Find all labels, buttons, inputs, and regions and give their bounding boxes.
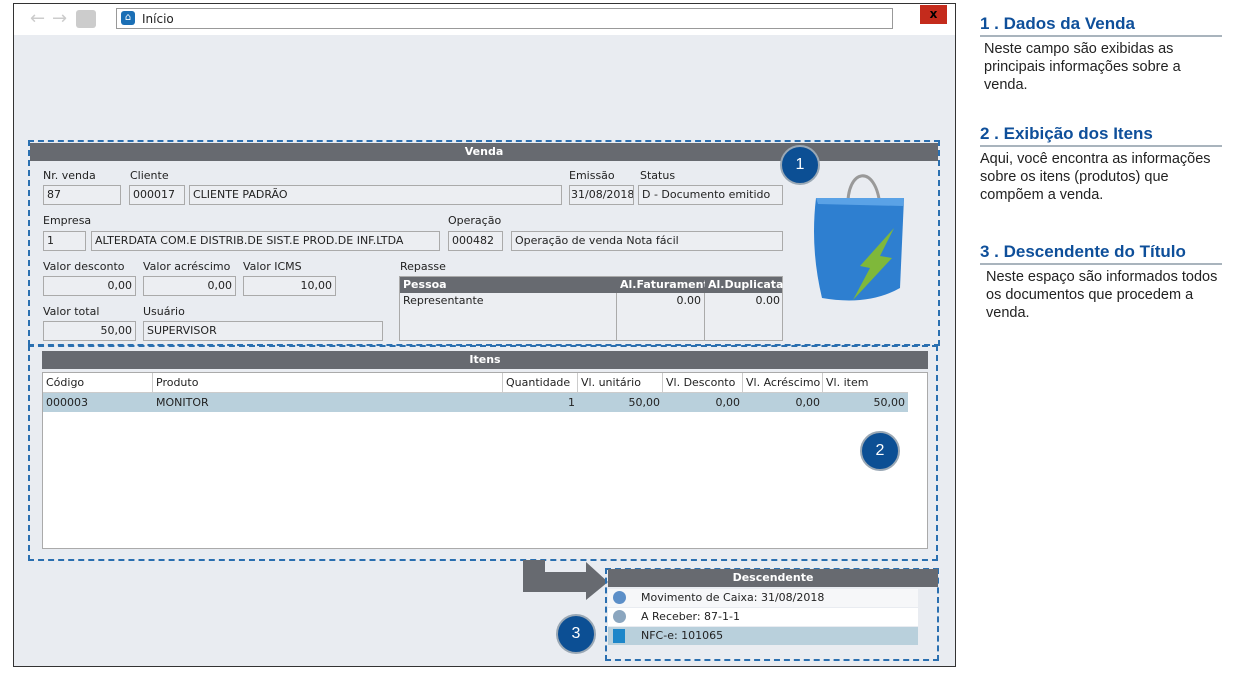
- document-icon: [613, 629, 625, 643]
- money-refresh-icon: [613, 610, 626, 623]
- usuario-label: Usuário: [143, 305, 185, 318]
- list-item[interactable]: Movimento de Caixa: 31/08/2018: [608, 589, 918, 607]
- operacao-label: Operação: [448, 214, 502, 227]
- note-dados-venda: 1 . Dados da Venda Neste campo são exibi…: [980, 14, 1222, 94]
- empresa-name-field[interactable]: ALTERDATA COM.E DISTRIB.DE SIST.E PROD.D…: [91, 231, 440, 251]
- repasse-header: Pessoa Al.Faturamento Al.Duplicata: [400, 277, 783, 293]
- item-vl-unitario: 50,00: [628, 396, 661, 409]
- valor-icms-field[interactable]: 10,00: [243, 276, 336, 296]
- money-refresh-icon: [613, 591, 626, 604]
- arrow-right-icon: [523, 560, 608, 600]
- valor-total-field[interactable]: 50,00: [43, 321, 136, 341]
- col-codigo[interactable]: Código: [43, 373, 153, 392]
- address-bar[interactable]: ⌂ Início: [116, 8, 893, 29]
- valor-desconto-field[interactable]: 0,00: [43, 276, 136, 296]
- usuario-field[interactable]: SUPERVISOR: [143, 321, 383, 341]
- badge-2: 2: [860, 431, 900, 471]
- list-item[interactable]: NFC-e: 101065: [608, 627, 918, 645]
- col-al-duplicata[interactable]: Al.Duplicata: [705, 277, 783, 293]
- note-title: 3 . Descendente do Título: [980, 242, 1222, 265]
- list-item-label: Movimento de Caixa: 31/08/2018: [641, 591, 825, 604]
- forward-icon[interactable]: →: [52, 10, 67, 28]
- note-exibicao-itens: 2 . Exibição dos Itens Aqui, você encont…: [980, 124, 1222, 204]
- item-codigo: 000003: [46, 396, 88, 409]
- itens-header: Itens: [42, 351, 928, 369]
- empresa-code-field[interactable]: 1: [43, 231, 86, 251]
- back-icon[interactable]: ←: [30, 10, 45, 28]
- itens-grid-header: Código Produto Quantidade Vl. unitário V…: [43, 373, 908, 393]
- note-title: 1 . Dados da Venda: [980, 14, 1222, 37]
- valor-total-label: Valor total: [43, 305, 100, 318]
- repasse-al-faturamento: 0.00: [617, 293, 705, 340]
- emissao-label: Emissão: [569, 169, 615, 182]
- home-icon: ⌂: [121, 11, 135, 25]
- list-item-label: A Receber: 87-1-1: [641, 610, 740, 623]
- status-label: Status: [640, 169, 676, 182]
- shopping-bag-icon: [814, 174, 904, 301]
- cliente-code-field[interactable]: 000017: [129, 185, 185, 205]
- note-text: Neste espaço são informados todos os doc…: [986, 269, 1218, 321]
- itens-grid: Código Produto Quantidade Vl. unitário V…: [42, 372, 928, 549]
- nr-venda-label: Nr. venda: [43, 169, 96, 182]
- note-descendente: 3 . Descendente do Título Neste espaço s…: [980, 242, 1222, 322]
- note-text: Aqui, você encontra as informações sobre…: [980, 151, 1211, 203]
- repasse-table: Pessoa Al.Faturamento Al.Duplicata Repre…: [399, 276, 783, 341]
- table-row[interactable]: 000003 MONITOR 1 50,00 0,00 0,00 50,00: [43, 393, 908, 412]
- valor-icms-label: Valor ICMS: [243, 260, 302, 273]
- valor-desconto-label: Valor desconto: [43, 260, 125, 273]
- operacao-code-field[interactable]: 000482: [448, 231, 503, 251]
- list-item-label: NFC-e: 101065: [641, 629, 724, 642]
- descendente-header: Descendente: [608, 569, 938, 587]
- note-title: 2 . Exibição dos Itens: [980, 124, 1222, 147]
- col-produto[interactable]: Produto: [153, 373, 503, 392]
- table-row[interactable]: Representante 0.00 0.00: [400, 293, 782, 340]
- cliente-name-field[interactable]: CLIENTE PADRÃO: [189, 185, 562, 205]
- home-icon[interactable]: [76, 10, 96, 28]
- valor-acrescimo-label: Valor acréscimo: [143, 260, 231, 273]
- badge-1: 1: [780, 145, 820, 185]
- emissao-field[interactable]: 31/08/2018: [569, 185, 634, 205]
- close-button[interactable]: x: [920, 5, 947, 24]
- note-text: Neste campo são exibidas as principais i…: [984, 41, 1181, 93]
- col-vl-item[interactable]: Vl. item: [823, 373, 908, 392]
- repasse-al-duplicata: 0.00: [755, 294, 781, 307]
- item-vl-item: 50,00: [873, 396, 906, 409]
- valor-acrescimo-field[interactable]: 0,00: [143, 276, 236, 296]
- col-pessoa[interactable]: Pessoa: [400, 277, 617, 293]
- cliente-label: Cliente: [130, 169, 169, 182]
- status-field[interactable]: D - Documento emitido: [638, 185, 783, 205]
- col-quantidade[interactable]: Quantidade: [503, 373, 578, 392]
- item-vl-acrescimo: 0,00: [795, 396, 821, 409]
- badge-3: 3: [556, 614, 596, 654]
- col-vl-unitario[interactable]: Vl. unitário: [578, 373, 663, 392]
- item-produto: MONITOR: [156, 396, 209, 409]
- item-vl-desconto: 0,00: [715, 396, 741, 409]
- list-item[interactable]: A Receber: 87-1-1: [608, 608, 918, 626]
- repasse-pessoa: Representante: [400, 293, 617, 340]
- item-quantidade: 1: [568, 396, 575, 409]
- repasse-label: Repasse: [400, 260, 446, 273]
- nr-venda-field[interactable]: 87: [43, 185, 121, 205]
- operacao-name-field[interactable]: Operação de venda Nota fácil: [511, 231, 783, 251]
- col-vl-acrescimo[interactable]: Vl. Acréscimo: [743, 373, 823, 392]
- empresa-label: Empresa: [43, 214, 92, 227]
- col-al-faturamento[interactable]: Al.Faturamento: [617, 277, 705, 293]
- col-vl-desconto[interactable]: Vl. Desconto: [663, 373, 743, 392]
